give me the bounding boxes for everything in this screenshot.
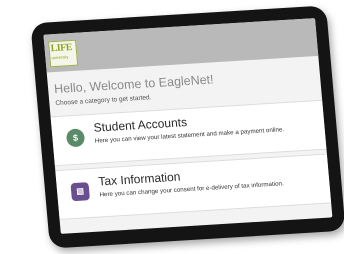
welcome-title: Hello, Welcome to EagleNet!	[53, 72, 215, 97]
top-bar: LIFE university	[43, 18, 319, 73]
tablet-frame: LIFE university Hello, Welcome to EagleN…	[30, 5, 344, 249]
university-logo[interactable]: LIFE university	[48, 39, 79, 68]
document-icon: ▤	[70, 182, 90, 202]
category-title: Student Accounts	[93, 115, 188, 135]
category-title: Tax Information	[97, 169, 181, 189]
logo-subtext: university	[51, 54, 69, 61]
welcome-subtitle: Choose a category to get started.	[55, 94, 152, 108]
dollar-icon: $	[65, 128, 86, 148]
logo-text: LIFE	[50, 41, 73, 55]
app-screen: LIFE university Hello, Welcome to EagleN…	[43, 18, 333, 234]
